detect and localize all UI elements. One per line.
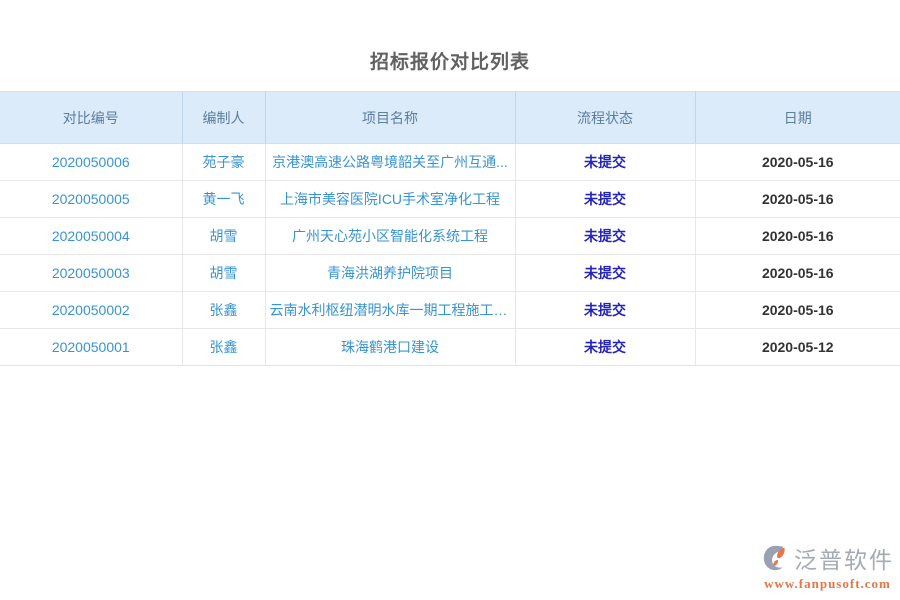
cell-project-name[interactable]: 青海洪湖养护院项目 <box>265 255 515 292</box>
table-row[interactable]: 2020050001张鑫珠海鹤港口建设未提交2020-05-12 <box>0 329 900 366</box>
column-header-compare-no: 对比编号 <box>0 92 182 144</box>
bid-comparison-table: 对比编号 编制人 项目名称 流程状态 日期 2020050006苑子豪京港澳高速… <box>0 91 900 366</box>
column-header-date: 日期 <box>695 92 900 144</box>
column-header-preparer: 编制人 <box>182 92 265 144</box>
cell-preparer[interactable]: 张鑫 <box>182 292 265 329</box>
cell-project-name[interactable]: 珠海鹤港口建设 <box>265 329 515 366</box>
cell-process-status: 未提交 <box>515 144 695 181</box>
cell-process-status: 未提交 <box>515 292 695 329</box>
fanpu-logo-icon <box>761 543 791 573</box>
cell-compare-no[interactable]: 2020050004 <box>0 218 182 255</box>
cell-compare-no[interactable]: 2020050002 <box>0 292 182 329</box>
cell-date: 2020-05-16 <box>695 292 900 329</box>
cell-project-name[interactable]: 京港澳高速公路粤境韶关至广州互通... <box>265 144 515 181</box>
table-row[interactable]: 2020050003胡雪青海洪湖养护院项目未提交2020-05-16 <box>0 255 900 292</box>
column-header-process-status: 流程状态 <box>515 92 695 144</box>
cell-process-status: 未提交 <box>515 329 695 366</box>
vendor-logo[interactable]: 泛普软件 www.fanpusoft.com <box>761 541 894 592</box>
cell-compare-no[interactable]: 2020050006 <box>0 144 182 181</box>
cell-preparer[interactable]: 苑子豪 <box>182 144 265 181</box>
cell-preparer[interactable]: 张鑫 <box>182 329 265 366</box>
vendor-url[interactable]: www.fanpusoft.com <box>761 576 894 592</box>
page-title: 招标报价对比列表 <box>0 0 900 74</box>
cell-process-status: 未提交 <box>515 218 695 255</box>
cell-date: 2020-05-16 <box>695 255 900 292</box>
cell-preparer[interactable]: 胡雪 <box>182 255 265 292</box>
table-header: 对比编号 编制人 项目名称 流程状态 日期 <box>0 92 900 144</box>
cell-date: 2020-05-12 <box>695 329 900 366</box>
cell-project-name[interactable]: 上海市美容医院ICU手术室净化工程 <box>265 181 515 218</box>
cell-date: 2020-05-16 <box>695 181 900 218</box>
cell-compare-no[interactable]: 2020050003 <box>0 255 182 292</box>
table-body: 2020050006苑子豪京港澳高速公路粤境韶关至广州互通...未提交2020-… <box>0 144 900 366</box>
cell-project-name[interactable]: 广州天心苑小区智能化系统工程 <box>265 218 515 255</box>
table-row[interactable]: 2020050002张鑫云南水利枢纽潜明水库一期工程施工I标未提交2020-05… <box>0 292 900 329</box>
column-header-project-name: 项目名称 <box>265 92 515 144</box>
cell-compare-no[interactable]: 2020050005 <box>0 181 182 218</box>
cell-process-status: 未提交 <box>515 181 695 218</box>
cell-preparer[interactable]: 胡雪 <box>182 218 265 255</box>
cell-process-status: 未提交 <box>515 255 695 292</box>
cell-preparer[interactable]: 黄一飞 <box>182 181 265 218</box>
cell-date: 2020-05-16 <box>695 218 900 255</box>
table-row[interactable]: 2020050004胡雪广州天心苑小区智能化系统工程未提交2020-05-16 <box>0 218 900 255</box>
table-row[interactable]: 2020050006苑子豪京港澳高速公路粤境韶关至广州互通...未提交2020-… <box>0 144 900 181</box>
vendor-name: 泛普软件 <box>794 541 894 575</box>
table-row[interactable]: 2020050005黄一飞上海市美容医院ICU手术室净化工程未提交2020-05… <box>0 181 900 218</box>
cell-date: 2020-05-16 <box>695 144 900 181</box>
cell-project-name[interactable]: 云南水利枢纽潜明水库一期工程施工I标 <box>265 292 515 329</box>
cell-compare-no[interactable]: 2020050001 <box>0 329 182 366</box>
